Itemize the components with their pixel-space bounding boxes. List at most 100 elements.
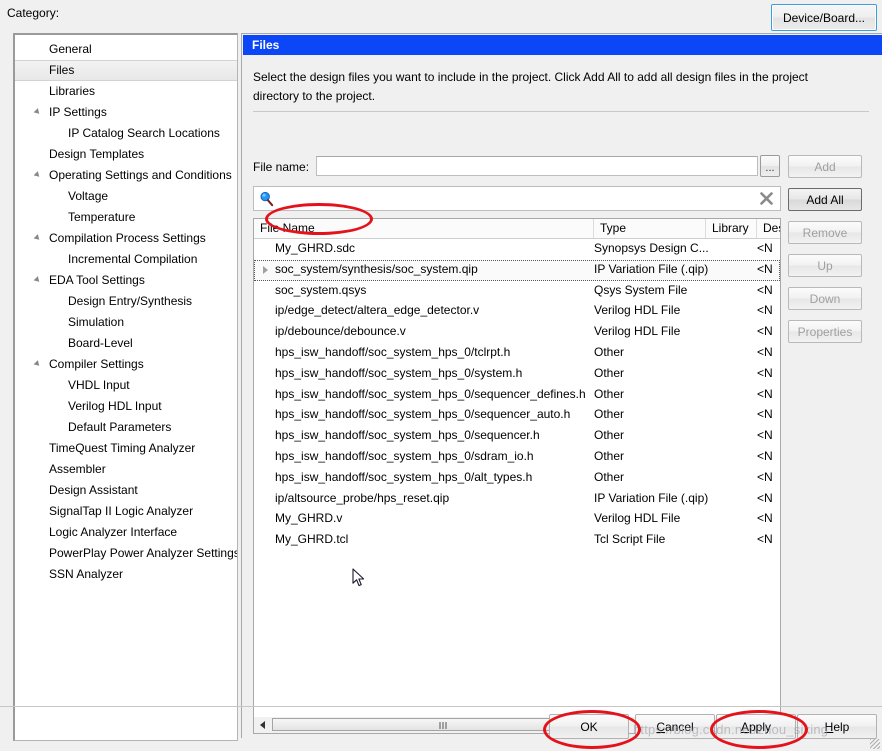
- file-list[interactable]: File NameTypeLibraryDes My_GHRD.sdc Synop…: [253, 218, 781, 729]
- cell-file-name: soc_system/synthesis/soc_system.qip: [275, 261, 478, 276]
- sidebar-item-assembler[interactable]: Assembler: [15, 459, 237, 480]
- table-row[interactable]: My_GHRD.tcl Tcl Script File <N: [254, 530, 780, 551]
- sidebar-item-ip-catalog-search-locations[interactable]: IP Catalog Search Locations: [15, 123, 237, 144]
- category-label: Category:: [7, 6, 60, 20]
- cell-file-name: hps_isw_handoff/soc_system_hps_0/sequenc…: [275, 407, 571, 422]
- table-row[interactable]: ip/edge_detect/altera_edge_detector.v Ver…: [254, 301, 780, 322]
- resize-grip-icon[interactable]: [870, 739, 880, 749]
- column-header-file-name[interactable]: File Name: [254, 219, 594, 238]
- file-name-input[interactable]: [316, 156, 758, 176]
- cell-file-name: hps_isw_handoff/soc_system_hps_0/alt_typ…: [275, 469, 533, 484]
- sidebar-item-design-assistant[interactable]: Design Assistant: [15, 480, 237, 501]
- sidebar-item-label: Verilog HDL Input: [68, 399, 162, 413]
- files-dialog-panel: Files Select the design files you want t…: [241, 33, 882, 738]
- sidebar-item-compiler-settings[interactable]: Compiler Settings: [15, 354, 237, 375]
- table-row[interactable]: ip/debounce/debounce.v Verilog HDL File <N: [254, 322, 780, 343]
- cell-file-name: My_GHRD.sdc: [275, 241, 356, 255]
- table-row[interactable]: soc_system/synthesis/soc_system.qip IP Va…: [254, 259, 780, 281]
- table-row[interactable]: hps_isw_handoff/soc_system_hps_0/system.…: [254, 364, 780, 385]
- sidebar-item-compilation-process-settings[interactable]: Compilation Process Settings: [15, 228, 237, 249]
- table-row[interactable]: hps_isw_handoff/soc_system_hps_0/sequenc…: [254, 385, 780, 406]
- sidebar-item-label: Simulation: [68, 315, 125, 329]
- cell-type: Other: [594, 407, 625, 422]
- scroll-left-arrow-icon[interactable]: [255, 717, 270, 732]
- cell-file-name: hps_isw_handoff/soc_system_hps_0/sdram_i…: [275, 448, 534, 463]
- column-header-type[interactable]: Type: [594, 219, 706, 238]
- cell-file-name: ip/edge_detect/altera_edge_detector.v: [275, 303, 480, 318]
- sidebar-item-libraries[interactable]: Libraries: [15, 81, 237, 102]
- sidebar-item-incremental-compilation[interactable]: Incremental Compilation: [15, 249, 237, 270]
- sidebar-item-ip-settings[interactable]: IP Settings: [15, 102, 237, 123]
- sidebar-item-voltage[interactable]: Voltage: [15, 186, 237, 207]
- table-row[interactable]: hps_isw_handoff/soc_system_hps_0/alt_typ…: [254, 468, 780, 489]
- sidebar-item-label: Default Parameters: [68, 420, 172, 434]
- sidebar-item-simulation[interactable]: Simulation: [15, 312, 237, 333]
- table-row[interactable]: hps_isw_handoff/soc_system_hps_0/sequenc…: [254, 405, 780, 426]
- chevron-down-icon[interactable]: [33, 276, 42, 284]
- sidebar-item-board-level[interactable]: Board-Level: [15, 333, 237, 354]
- sidebar-item-label: SignalTap II Logic Analyzer: [49, 504, 194, 518]
- files-dialog-title: Files: [243, 35, 882, 55]
- sidebar-item-vhdl-input[interactable]: VHDL Input: [15, 375, 237, 396]
- sidebar-item-design-entry-synthesis[interactable]: Design Entry/Synthesis: [15, 291, 237, 312]
- sidebar-item-signaltap-ii-logic-analyzer[interactable]: SignalTap II Logic Analyzer: [15, 501, 237, 522]
- ok-button[interactable]: OK: [549, 714, 629, 739]
- close-icon[interactable]: [759, 191, 774, 206]
- file-list-body[interactable]: My_GHRD.sdc Synopsys Design C... <N soc_sys…: [254, 239, 780, 551]
- sidebar-item-label: Incremental Compilation: [68, 252, 198, 266]
- cell-type: Other: [594, 448, 625, 463]
- sidebar-item-files[interactable]: Files: [15, 60, 237, 81]
- sidebar-item-logic-analyzer-interface[interactable]: Logic Analyzer Interface: [15, 522, 237, 543]
- table-row[interactable]: ip/altsource_probe/hps_reset.qip IP Varia…: [254, 489, 780, 510]
- scrollbar-grip-icon: [439, 722, 448, 729]
- help-button[interactable]: Help: [797, 714, 877, 739]
- cell-design-entry: <N: [757, 428, 773, 443]
- chevron-down-icon[interactable]: [33, 234, 42, 242]
- sidebar-item-default-parameters[interactable]: Default Parameters: [15, 417, 237, 438]
- table-row[interactable]: My_GHRD.sdc Synopsys Design C... <N: [254, 239, 780, 260]
- apply-button[interactable]: Apply: [716, 714, 796, 739]
- chevron-right-icon[interactable]: [263, 265, 268, 274]
- cell-file-name: My_GHRD.v: [275, 511, 343, 526]
- file-search-input[interactable]: [280, 190, 754, 210]
- cell-type: Synopsys Design C...: [594, 241, 709, 255]
- chevron-down-icon[interactable]: [33, 108, 42, 116]
- table-row[interactable]: hps_isw_handoff/soc_system_hps_0/tclrpt.…: [254, 343, 780, 364]
- chevron-down-icon[interactable]: [33, 360, 42, 368]
- column-header-library[interactable]: Library: [706, 219, 757, 238]
- cell-design-entry: <N: [757, 386, 773, 401]
- table-row[interactable]: My_GHRD.v Verilog HDL File <N: [254, 509, 780, 530]
- chevron-down-icon[interactable]: [33, 171, 42, 179]
- search-icon: [259, 191, 275, 207]
- table-row[interactable]: soc_system.qsys Qsys System File <N: [254, 281, 780, 302]
- cell-file-name: hps_isw_handoff/soc_system_hps_0/system.…: [275, 365, 523, 380]
- sidebar-item-eda-tool-settings[interactable]: EDA Tool Settings: [15, 270, 237, 291]
- sidebar-item-label: Temperature: [68, 210, 136, 224]
- table-row[interactable]: hps_isw_handoff/soc_system_hps_0/sequenc…: [254, 426, 780, 447]
- sidebar-item-label: Design Assistant: [49, 483, 138, 497]
- table-row[interactable]: hps_isw_handoff/soc_system_hps_0/sdram_i…: [254, 447, 780, 468]
- sidebar-item-verilog-hdl-input[interactable]: Verilog HDL Input: [15, 396, 237, 417]
- files-dialog-description: Select the design files you want to incl…: [253, 70, 808, 103]
- cell-type: Other: [594, 428, 625, 443]
- column-header-des[interactable]: Des: [757, 219, 780, 238]
- cell-design-entry: <N: [757, 532, 773, 547]
- sidebar-item-powerplay-power-analyzer-settings[interactable]: PowerPlay Power Analyzer Settings: [15, 543, 237, 564]
- cell-type: Other: [594, 386, 625, 401]
- add-all-button[interactable]: Add All: [788, 188, 862, 211]
- sidebar-item-timequest-timing-analyzer[interactable]: TimeQuest Timing Analyzer: [15, 438, 237, 459]
- category-tree[interactable]: General Files Libraries IP Settings IP Catal…: [13, 33, 238, 741]
- footer-divider: [0, 706, 882, 707]
- sidebar-item-design-templates[interactable]: Design Templates: [15, 144, 237, 165]
- file-search-box[interactable]: [253, 186, 781, 211]
- browse-ellipsis-button[interactable]: ...: [760, 155, 780, 177]
- cell-type: IP Variation File (.qip): [594, 261, 709, 276]
- sidebar-item-ssn-analyzer[interactable]: SSN Analyzer: [15, 564, 237, 585]
- device-board-button[interactable]: Device/Board...: [771, 4, 877, 31]
- sidebar-item-temperature[interactable]: Temperature: [15, 207, 237, 228]
- cancel-button[interactable]: Cancel: [635, 714, 715, 739]
- sidebar-item-operating-settings-and-conditions[interactable]: Operating Settings and Conditions: [15, 165, 237, 186]
- cell-design-entry: <N: [757, 303, 773, 318]
- cell-design-entry: <N: [757, 407, 773, 422]
- sidebar-item-general[interactable]: General: [15, 39, 237, 60]
